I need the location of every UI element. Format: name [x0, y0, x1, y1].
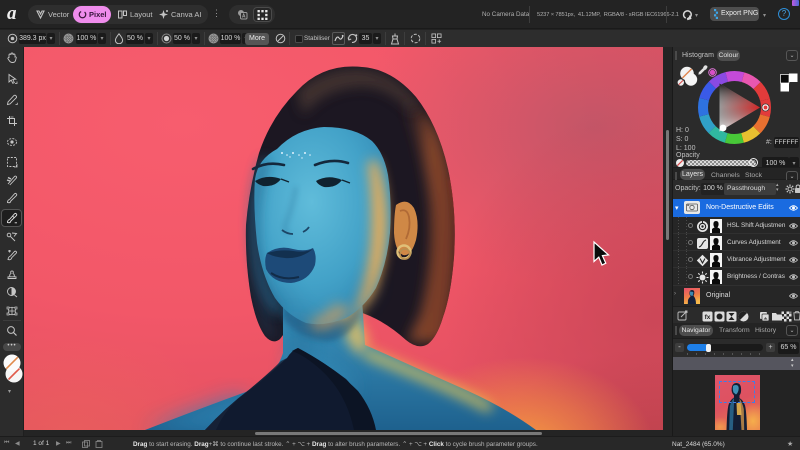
svg-text:fx: fx — [705, 314, 711, 321]
